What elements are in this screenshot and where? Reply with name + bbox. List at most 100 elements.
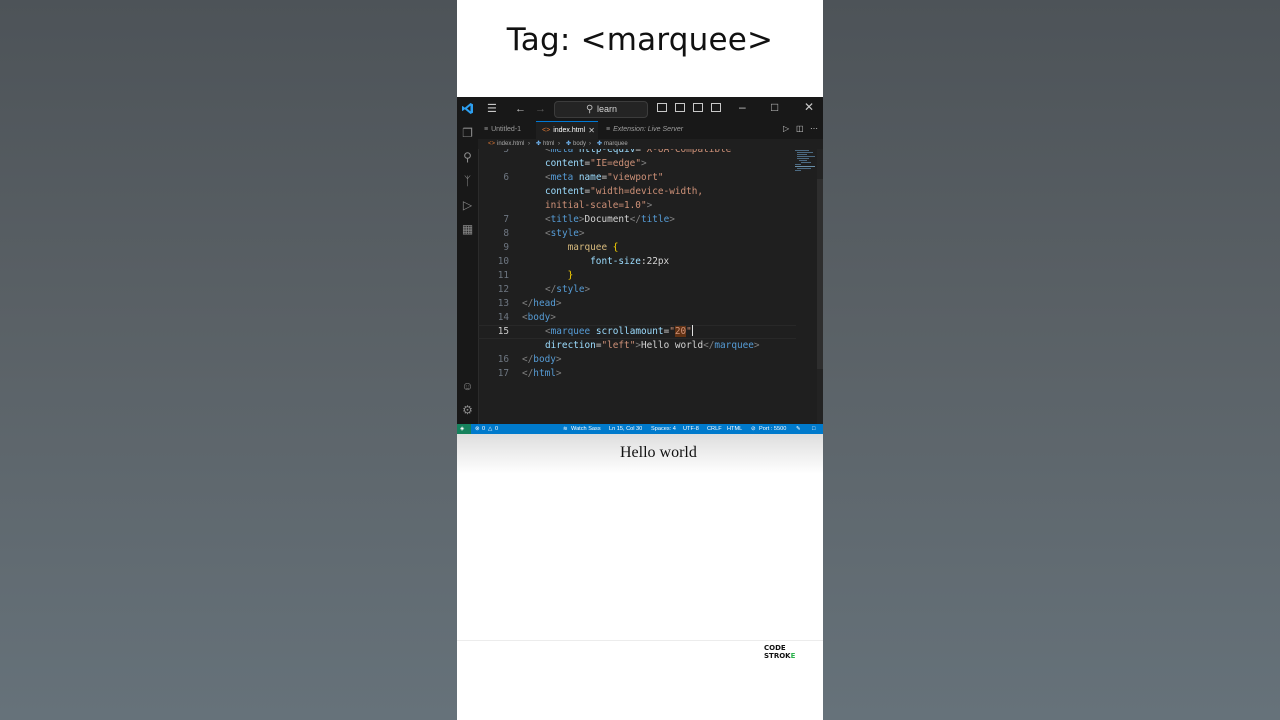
- line-number: 11: [497, 270, 509, 281]
- problems-count[interactable]: 0: [482, 424, 485, 434]
- code-line[interactable]: 14 <body>: [478, 311, 796, 325]
- line-number: 13: [497, 298, 509, 309]
- problems-icon: ⊗: [475, 426, 480, 432]
- code-text: </html>: [522, 368, 562, 379]
- settings-gear-icon[interactable]: ⚙: [461, 404, 474, 417]
- extension-tab-icon: ≡: [606, 126, 611, 133]
- watch-sass-button[interactable]: Watch Sass: [571, 424, 601, 434]
- explorer-icon[interactable]: ❐: [461, 127, 474, 140]
- element-icon: ✤: [566, 141, 572, 147]
- code-line[interactable]: 11 }: [478, 269, 796, 283]
- title-bar: ☰ ← → ⚲ learn – □ ✕: [457, 97, 823, 122]
- code-line[interactable]: 6 <meta name="viewport": [478, 171, 796, 185]
- code-text: </style>: [545, 284, 591, 295]
- breadcrumb-body[interactable]: body: [573, 139, 586, 149]
- code-text: <style>: [545, 228, 585, 239]
- forward-arrow-icon[interactable]: →: [535, 102, 546, 116]
- code-line[interactable]: 17 </html>: [478, 367, 796, 381]
- run-debug-icon[interactable]: ▷: [461, 199, 474, 212]
- encoding[interactable]: UTF-8: [683, 424, 699, 434]
- line-number: 8: [503, 228, 509, 239]
- tab-index-html[interactable]: <> index.html ✕: [536, 121, 598, 139]
- code-line[interactable]: 8 <style>: [478, 227, 796, 241]
- breadcrumb-file[interactable]: index.html: [497, 139, 524, 149]
- accounts-icon[interactable]: ☺: [461, 380, 474, 393]
- chevron-right-icon: ›: [589, 141, 591, 147]
- port-icon: ⊘: [751, 426, 756, 432]
- search-input[interactable]: ⚲ learn: [554, 101, 648, 118]
- code-line[interactable]: direction="left">Hello world</marquee>: [478, 339, 796, 353]
- code-text: content="width=device-width,: [545, 186, 704, 197]
- vscode-logo-icon: [462, 103, 473, 114]
- toggle-panel-icon[interactable]: [675, 103, 685, 112]
- code-line[interactable]: 16 </body>: [478, 353, 796, 367]
- close-window-icon[interactable]: ✕: [804, 100, 814, 114]
- element-icon: ✤: [597, 141, 603, 147]
- indentation[interactable]: Spaces: 4: [651, 424, 676, 434]
- status-bar: ◈ ⊗ 0 △ 0 ≋ Watch Sass Ln 15, Col 30 Spa…: [457, 424, 823, 434]
- code-text: </head>: [522, 298, 562, 309]
- editor-tabs: ≡ Untitled-1 <> index.html ✕ ≡ Extension: L…: [478, 121, 823, 139]
- minimap[interactable]: [793, 149, 815, 179]
- live-server-port[interactable]: Port : 5500: [759, 424, 786, 434]
- breadcrumb-marquee[interactable]: marquee: [604, 139, 628, 149]
- code-line[interactable]: 12 </style>: [478, 283, 796, 297]
- search-view-icon[interactable]: ⚲: [461, 151, 474, 164]
- code-line[interactable]: 10 font-size:22px: [478, 255, 796, 269]
- more-actions-icon[interactable]: ⋯: [810, 124, 818, 133]
- line-number: 14: [497, 312, 509, 323]
- split-editor-icon[interactable]: ◫: [796, 124, 804, 133]
- run-icon[interactable]: ▷: [783, 124, 789, 133]
- codestroke-logo: CODE STROKE: [764, 644, 796, 660]
- code-line[interactable]: 15 <marquee scrollamount="20": [478, 325, 796, 339]
- code-line[interactable]: 9 marquee {: [478, 241, 796, 255]
- source-control-icon[interactable]: ᛉ: [461, 175, 474, 188]
- language-mode[interactable]: HTML: [727, 424, 742, 434]
- code-text: <title>Document</title>: [545, 214, 675, 225]
- code-line[interactable]: content="IE=edge">: [478, 157, 796, 171]
- html-file-icon: <>: [488, 141, 496, 147]
- notifications-icon[interactable]: □: [812, 424, 815, 434]
- code-line[interactable]: 13 </head>: [478, 297, 796, 311]
- code-text: content="IE=edge">: [545, 158, 647, 169]
- maximize-icon[interactable]: □: [771, 100, 778, 114]
- code-text: </body>: [522, 354, 562, 365]
- menu-icon[interactable]: ☰: [487, 102, 497, 116]
- extensions-icon[interactable]: ▦: [461, 223, 474, 236]
- vscode-window: ☰ ← → ⚲ learn – □ ✕ ❐ ⚲ ᛉ ▷ ▦ ☺ ⚙ ≡ Unti…: [457, 97, 823, 434]
- code-text: <meta http-equiv="X-UA-Compatible": [545, 149, 737, 155]
- code-line[interactable]: 7 <title>Document</title>: [478, 213, 796, 227]
- code-text: <marquee scrollamount="20": [545, 325, 693, 337]
- line-number: 15: [497, 326, 509, 337]
- code-editor[interactable]: 5 <meta http-equiv="X-UA-Compatible" conte…: [478, 149, 796, 425]
- toggle-primary-sidebar-icon[interactable]: [657, 103, 667, 112]
- vertical-scrollbar[interactable]: [817, 149, 823, 425]
- search-icon: ⚲: [586, 104, 594, 115]
- code-text: }: [567, 270, 574, 281]
- broadcast-icon: ≋: [563, 426, 568, 432]
- element-icon: ✤: [536, 141, 542, 147]
- tab-extension-live-server[interactable]: ≡ Extension: Live Server: [600, 121, 690, 139]
- end-of-line[interactable]: CRLF: [707, 424, 722, 434]
- html-file-icon: <>: [542, 127, 551, 134]
- line-number: 17: [497, 368, 509, 379]
- tab-untitled-1[interactable]: ≡ Untitled-1: [478, 121, 536, 139]
- warnings-count[interactable]: 0: [495, 424, 498, 434]
- video-frame: Tag: <marquee> ☰ ← → ⚲ learn – □ ✕ ❐ ⚲ ᛉ: [457, 0, 823, 720]
- code-line[interactable]: 5 <meta http-equiv="X-UA-Compatible": [478, 149, 796, 157]
- chevron-right-icon: ›: [558, 141, 560, 147]
- back-arrow-icon[interactable]: ←: [515, 102, 526, 116]
- breadcrumb: <> index.html › ✤ html › ✤ body › ✤ marq…: [478, 139, 823, 149]
- line-number: 16: [497, 354, 509, 365]
- toggle-secondary-sidebar-icon[interactable]: [693, 103, 703, 112]
- cursor-position[interactable]: Ln 15, Col 30: [609, 424, 642, 434]
- code-line[interactable]: initial-scale=1.0">: [478, 199, 796, 213]
- remote-indicator[interactable]: ◈: [457, 424, 471, 434]
- breadcrumb-html[interactable]: html: [543, 139, 554, 149]
- feedback-icon[interactable]: ✎: [796, 424, 801, 434]
- minimize-icon[interactable]: –: [739, 100, 746, 114]
- close-tab-icon[interactable]: ✕: [588, 122, 595, 140]
- code-line[interactable]: content="width=device-width,: [478, 185, 796, 199]
- customize-layout-icon[interactable]: [711, 103, 721, 112]
- divider: [457, 640, 823, 641]
